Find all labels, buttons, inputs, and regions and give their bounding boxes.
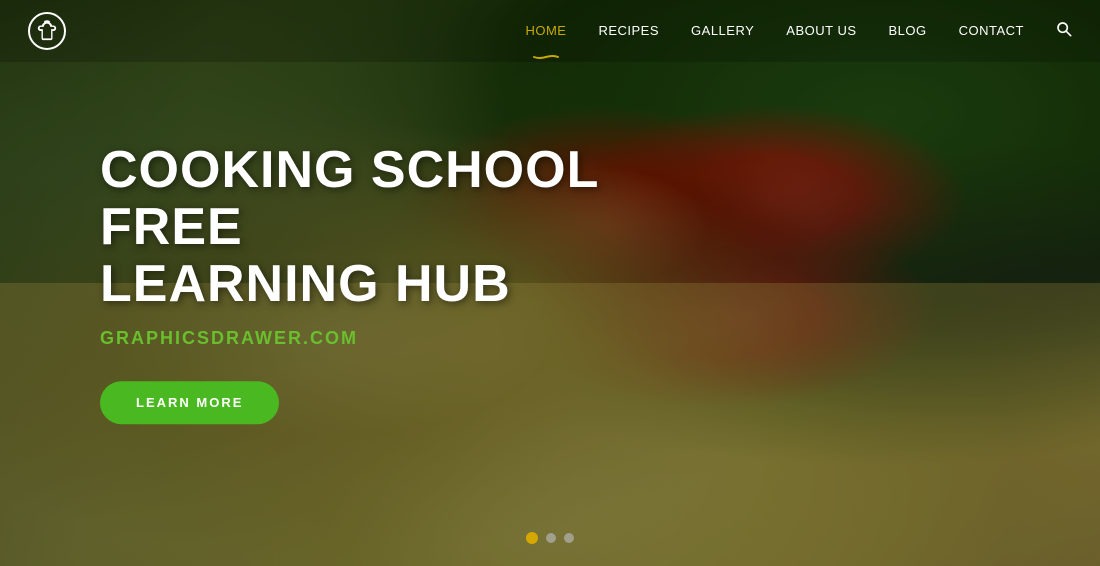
hero-content: COOKING SCHOOL FREE LEARNING HUB GRAPHIC… [100,142,660,424]
nav-contact-link[interactable]: CONTACT [959,23,1024,38]
hero-subtitle: GRAPHICSDRAWER.COM [100,328,660,349]
slider-dot-1[interactable] [526,532,538,544]
navbar: HOME RECIPES GALLERY ABOUT US BLOG CO [0,0,1100,62]
search-button[interactable] [1056,21,1072,42]
hero-section: HOME RECIPES GALLERY ABOUT US BLOG CO [0,0,1100,566]
slider-dot-3[interactable] [564,533,574,543]
sidebar-item-gallery[interactable]: GALLERY [691,22,754,40]
hero-title: COOKING SCHOOL FREE LEARNING HUB [100,142,660,314]
sidebar-item-about[interactable]: ABOUT US [786,22,856,40]
nav-active-indicator [532,46,560,50]
logo[interactable] [28,12,66,50]
slider-dot-2[interactable] [546,533,556,543]
nav-about-link[interactable]: ABOUT US [786,23,856,38]
sidebar-item-contact[interactable]: CONTACT [959,22,1024,40]
sidebar-item-home[interactable]: HOME [525,22,566,40]
search-icon[interactable] [1056,24,1072,41]
sidebar-item-blog[interactable]: BLOG [889,22,927,40]
nav-blog-link[interactable]: BLOG [889,23,927,38]
learn-more-button[interactable]: LEARN MORE [100,381,279,424]
nav-gallery-link[interactable]: GALLERY [691,23,754,38]
nav-links: HOME RECIPES GALLERY ABOUT US BLOG CO [525,21,1072,42]
sidebar-item-recipes[interactable]: RECIPES [598,22,659,40]
hero-title-line1: COOKING SCHOOL FREE [100,141,598,256]
slider-dots [526,532,574,544]
nav-home-link[interactable]: HOME [525,23,566,38]
logo-icon [28,12,66,50]
nav-recipes-link[interactable]: RECIPES [598,23,659,38]
hero-title-line2: LEARNING HUB [100,256,511,314]
